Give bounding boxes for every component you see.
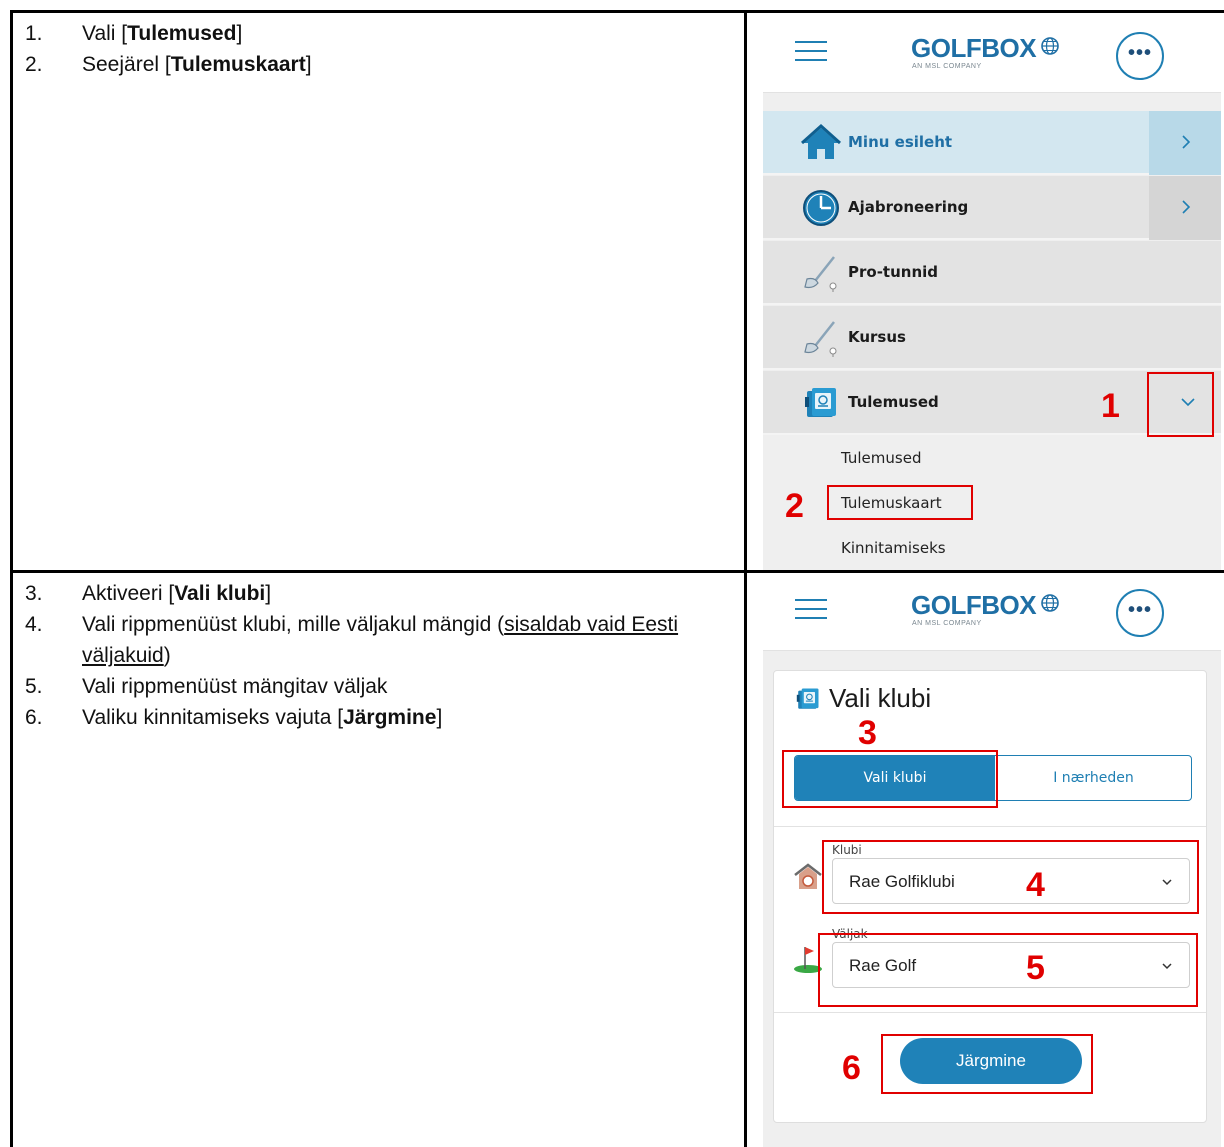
logo-wordmark: GOLFBOX [911, 33, 1037, 63]
golfbox-logo: GOLFBOX AN MSL COMPANY [911, 33, 1071, 79]
step-1: 1. Vali [Tulemused] [25, 22, 243, 45]
more-options-button[interactable]: ••• [1116, 589, 1164, 637]
tab-i-naerheden[interactable]: I nærheden [995, 756, 1191, 800]
step-2: 2. Seejärel [Tulemuskaart] [25, 53, 312, 76]
hamburger-menu-button[interactable] [795, 41, 827, 65]
logo-wordmark: GOLFBOX [911, 590, 1037, 620]
step-3: 3. Aktiveeri [Vali klubi] [25, 582, 272, 605]
step-marker-1: 1 [1101, 387, 1120, 425]
table-column-divider [744, 10, 747, 1147]
logo-tagline: AN MSL COMPANY [912, 63, 982, 70]
menu-item-minu-esileht[interactable]: Minu esileht [763, 111, 1221, 175]
more-options-button[interactable]: ••• [1116, 32, 1164, 80]
globe-icon [1041, 594, 1059, 612]
steps-top: 1. Vali [Tulemused] 2. Seejärel [Tulemuska… [25, 18, 312, 80]
highlight-expand-button [1147, 372, 1214, 437]
app-header: GOLFBOX AN MSL COMPANY ••• [763, 573, 1221, 651]
globe-icon [1041, 37, 1059, 55]
expand-arrow-button[interactable] [1149, 111, 1221, 175]
highlight-tulemuskaart [827, 485, 973, 520]
club-select-screenshot: GOLFBOX AN MSL COMPANY ••• Vali klubi Va… [763, 573, 1221, 1147]
scorecard-icon [805, 388, 836, 417]
step-marker-6: 6 [842, 1049, 861, 1087]
more-dots-icon: ••• [1127, 42, 1152, 64]
golf-club-icon [804, 256, 837, 292]
golfbox-logo: GOLFBOX AN MSL COMPANY [911, 590, 1071, 636]
table-border-left [10, 10, 13, 1147]
menu-label: Tulemused [848, 393, 939, 411]
menu-screenshot: GOLFBOX AN MSL COMPANY ••• Minu esileht [763, 13, 1221, 570]
scorecard-icon [796, 688, 819, 709]
highlight-club-select [822, 840, 1199, 914]
golf-club-icon [804, 321, 837, 357]
submenu-item-tulemused[interactable]: Tulemused [841, 449, 921, 467]
menu-label: Kursus [848, 328, 906, 346]
clubhouse-icon [794, 863, 822, 889]
menu-item-ajabroneering[interactable]: Ajabroneering [763, 176, 1221, 240]
chevron-right-icon [1182, 200, 1191, 214]
logo-tagline: AN MSL COMPANY [912, 620, 982, 627]
clock-icon [803, 190, 839, 226]
highlight-course-select [818, 933, 1198, 1007]
step-marker-3: 3 [858, 714, 877, 752]
expand-arrow-button[interactable] [1149, 176, 1221, 240]
menu-item-kursus[interactable]: Kursus [763, 306, 1221, 370]
hamburger-menu-button[interactable] [795, 599, 827, 623]
more-dots-icon: ••• [1127, 599, 1152, 621]
app-header: GOLFBOX AN MSL COMPANY ••• [763, 13, 1221, 93]
steps-bottom: 3. Aktiveeri [Vali klubi] 4. Vali rippmenü… [25, 578, 740, 733]
submenu-item-kinnitamiseks[interactable]: Kinnitamiseks [841, 539, 946, 557]
divider [774, 826, 1206, 827]
menu-label: Ajabroneering [848, 198, 969, 216]
highlight-next-button [881, 1034, 1093, 1094]
menu-label: Pro-tunnid [848, 263, 939, 281]
menu-item-pro-tunnid[interactable]: Pro-tunnid [763, 241, 1221, 305]
divider [774, 1012, 1206, 1013]
step-5: 5. Vali rippmenüüst mängitav väljak [25, 675, 388, 698]
highlight-vali-klubi-tab [782, 750, 998, 808]
menu-label: Minu esileht [848, 133, 953, 151]
step-4: 4. Vali rippmenüüst klubi, mille väljakul… [25, 613, 679, 667]
step-marker-2: 2 [785, 487, 804, 525]
chevron-right-icon [1182, 135, 1191, 149]
step-6: 6. Valiku kinnitamiseks vajuta [Järgmine] [25, 706, 443, 729]
card-title: Vali klubi [829, 683, 932, 713]
home-icon [801, 123, 841, 159]
